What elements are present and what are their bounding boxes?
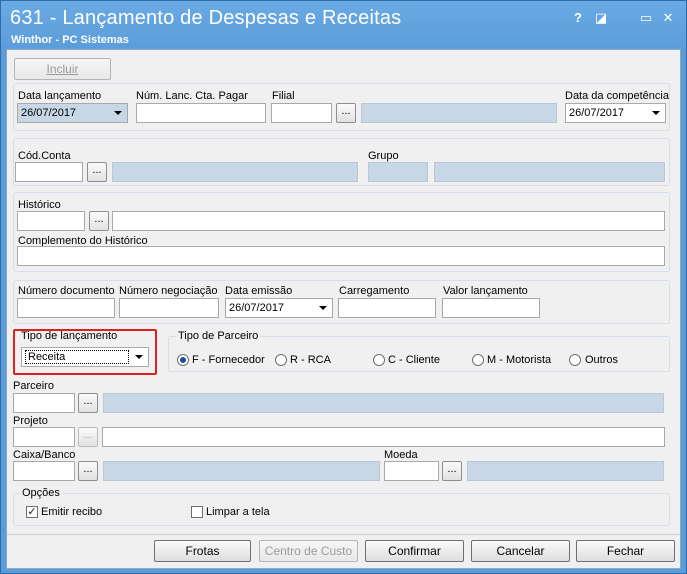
projeto-code-input[interactable] (13, 427, 75, 447)
restore-icon[interactable]: ◪ (593, 10, 609, 26)
window-subtitle: Winthor - PC Sistemas (11, 34, 129, 46)
projeto-description-input[interactable] (102, 427, 665, 447)
minimize-icon[interactable]: ▭ (638, 10, 654, 26)
moeda-description-field (467, 461, 664, 481)
data-lancamento-value: 26/07/2017 (21, 107, 77, 119)
complemento-input[interactable] (17, 246, 665, 266)
grupo-code-field (368, 162, 428, 182)
radio-cliente-label[interactable]: C - Cliente (388, 354, 440, 366)
radio-fornecedor-label[interactable]: F - Fornecedor (192, 354, 265, 366)
valor-lancamento-label: Valor lançamento (443, 285, 528, 297)
valor-lancamento-input[interactable] (442, 298, 540, 318)
emitir-recibo-checkbox[interactable]: ✓ (26, 506, 38, 518)
numero-negociacao-input[interactable] (119, 298, 219, 318)
frotas-button[interactable]: Frotas (154, 540, 251, 562)
data-emissao-combo[interactable]: 26/07/2017 (225, 298, 333, 318)
cod-conta-input[interactable] (15, 162, 83, 182)
parceiro-description-field (103, 393, 664, 413)
centro-custo-button[interactable]: Centro de Custo (259, 540, 358, 562)
radio-outros[interactable] (569, 354, 581, 366)
main-window: 631 - Lançamento de Despesas e Receitas … (0, 0, 687, 574)
limpar-tela-label[interactable]: Limpar a tela (206, 506, 270, 518)
carregamento-label: Carregamento (339, 285, 410, 297)
chevron-down-icon (135, 355, 143, 359)
tipo-lancamento-label: Tipo de lançamento (21, 330, 118, 342)
radio-fornecedor[interactable] (177, 354, 189, 366)
caixa-banco-search-button[interactable]: ... (78, 461, 98, 481)
historico-label: Histórico (18, 199, 61, 211)
opcoes-label: Opções (20, 487, 62, 499)
help-icon[interactable]: ? (570, 10, 586, 25)
filial-label: Filial (272, 90, 295, 102)
numero-negociacao-label: Número negociação (119, 285, 218, 297)
radio-outros-label[interactable]: Outros (585, 354, 618, 366)
grupo-label: Grupo (368, 150, 399, 162)
parceiro-search-button[interactable]: ... (78, 393, 98, 413)
data-competencia-combo[interactable]: 26/07/2017 (565, 103, 666, 123)
title-bar[interactable]: 631 - Lançamento de Despesas e Receitas … (1, 1, 686, 49)
radio-motorista-label[interactable]: M - Motorista (487, 354, 551, 366)
tipo-parceiro-label: Tipo de Parceiro (176, 330, 261, 342)
caixa-banco-label: Caixa/Banco (13, 449, 76, 461)
carregamento-input[interactable] (338, 298, 436, 318)
emitir-recibo-label[interactable]: Emitir recibo (41, 506, 102, 518)
parceiro-code-input[interactable] (13, 393, 75, 413)
grupo-description-field (434, 162, 665, 182)
cancelar-button[interactable]: Cancelar (471, 540, 570, 562)
data-lancamento-combo[interactable]: 26/07/2017 (17, 103, 128, 123)
limpar-tela-checkbox[interactable] (191, 506, 203, 518)
numero-documento-input[interactable] (17, 298, 115, 318)
caixa-banco-code-input[interactable] (13, 461, 75, 481)
numero-documento-label: Número documento (18, 285, 115, 297)
incluir-button[interactable]: Incluir (14, 58, 111, 80)
tipo-lancamento-combo[interactable]: Receita (21, 347, 149, 367)
moeda-search-button[interactable]: ... (442, 461, 462, 481)
data-lancamento-label: Data lançamento (18, 90, 102, 102)
form-area: Incluir Data lançamento 26/07/2017 Núm. … (6, 49, 681, 569)
data-competencia-label: Data da competência (565, 90, 669, 102)
data-competencia-value: 26/07/2017 (569, 107, 625, 119)
radio-rca[interactable] (275, 354, 287, 366)
num-lanc-label: Núm. Lanc. Cta. Pagar (136, 90, 248, 102)
historico-code-input[interactable] (17, 211, 85, 231)
projeto-label: Projeto (13, 415, 48, 427)
historico-text-input[interactable] (112, 211, 665, 231)
conta-description-field (112, 162, 358, 182)
data-emissao-label: Data emissão (225, 285, 293, 297)
chevron-down-icon (114, 111, 122, 115)
window-title: 631 - Lançamento de Despesas e Receitas (10, 7, 402, 29)
caixa-banco-description-field (103, 461, 380, 481)
tipo-lancamento-value: Receita (25, 350, 129, 364)
filial-search-button[interactable]: ... (336, 103, 356, 123)
chevron-down-icon (319, 306, 327, 310)
chevron-down-icon (652, 111, 660, 115)
moeda-code-input[interactable] (384, 461, 439, 481)
radio-cliente[interactable] (373, 354, 385, 366)
incluir-label: Incluir (46, 62, 79, 76)
filial-input[interactable] (271, 103, 332, 123)
cod-conta-label: Cód.Conta (18, 150, 71, 162)
data-emissao-value: 26/07/2017 (229, 302, 285, 314)
historico-search-button[interactable]: ... (89, 211, 109, 231)
radio-motorista[interactable] (472, 354, 484, 366)
num-lanc-input[interactable] (136, 103, 266, 123)
radio-rca-label[interactable]: R - RCA (290, 354, 331, 366)
confirmar-button[interactable]: Confirmar (365, 540, 464, 562)
cod-conta-search-button[interactable]: ... (87, 162, 107, 182)
opcoes-group (13, 493, 670, 526)
moeda-label: Moeda (384, 449, 418, 461)
filial-description-field (361, 103, 557, 123)
parceiro-label: Parceiro (13, 380, 54, 392)
projeto-search-button[interactable]: ... (78, 427, 98, 447)
fechar-button[interactable]: Fechar (576, 540, 675, 562)
close-icon[interactable]: ✕ (660, 10, 676, 26)
